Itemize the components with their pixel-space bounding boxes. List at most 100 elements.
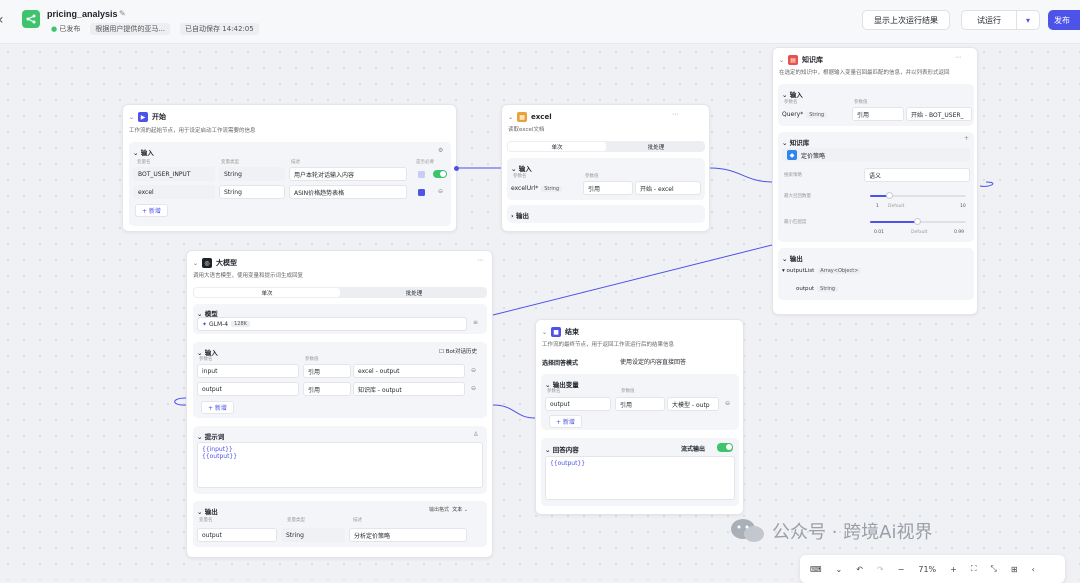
add-icon[interactable]: +: [964, 135, 969, 142]
chevron-down-icon[interactable]: ⌄: [836, 565, 843, 574]
published-badge: ● 已发布: [51, 25, 81, 33]
more-icon[interactable]: ⋯: [955, 54, 961, 61]
llm-node[interactable]: ⌄ ◎ 大模型 ⋯ 调用大语言模型，使用变量和提示词生成回复 单次 批处理 ⌄ 模型 …: [186, 250, 493, 558]
ref-value-select[interactable]: 开始 - excel: [635, 181, 701, 195]
collapse-icon[interactable]: ⌄: [129, 114, 134, 121]
more-icon[interactable]: ⋯: [477, 257, 483, 264]
var-desc-field[interactable]: ASIN价格趋势表格: [289, 185, 407, 199]
model-select[interactable]: ✦ GLM-4 128K: [197, 317, 467, 331]
prompt-icon[interactable]: ♙: [473, 431, 478, 438]
tab-batch[interactable]: 批处理: [341, 287, 487, 298]
settings-icon[interactable]: ≡: [473, 319, 478, 326]
tab-single[interactable]: 单次: [194, 288, 340, 297]
ref-select[interactable]: 引用: [583, 181, 633, 195]
slider-max: 0.99: [954, 230, 965, 235]
param-name-field[interactable]: input: [197, 364, 299, 378]
collapse-icon[interactable]: ⌄: [542, 329, 547, 336]
prompt-section: ⌄ 提示词 ♙ {{input}} {{output}}: [193, 426, 487, 494]
col-header: 参数值: [621, 389, 635, 394]
mode-select[interactable]: 使用设定的内容直接回答: [616, 354, 738, 368]
var-desc-field[interactable]: 用户本轮对话输入内容: [289, 167, 407, 181]
knowledge-node[interactable]: ⌄ ▤ 知识库 ⋯ 在选定的知识中，根据输入变量召回最匹配的信息，并以列表形式返回 …: [772, 47, 978, 315]
col-header: 参数值: [854, 100, 868, 105]
output-name-field[interactable]: output: [197, 528, 277, 542]
toggle[interactable]: [433, 170, 447, 178]
undo-icon[interactable]: ↶: [856, 565, 863, 574]
show-last-run-button[interactable]: 显示上次运行结果: [862, 10, 950, 30]
ref-select[interactable]: 引用: [615, 397, 665, 411]
var-name-field[interactable]: excel: [133, 185, 215, 199]
mouse-mode-icon[interactable]: ⌨: [810, 565, 822, 574]
tab-single[interactable]: 单次: [508, 142, 606, 151]
field-label: 最大召回数量: [784, 194, 811, 199]
output-format-select[interactable]: 输出格式 文本 ⌄: [429, 506, 468, 513]
ref-value-select[interactable]: excel - output: [353, 364, 465, 378]
output-type-select[interactable]: String: [281, 528, 345, 542]
edit-icon[interactable]: ✎: [119, 9, 126, 18]
minimap-icon[interactable]: ⤡: [990, 564, 996, 574]
ref-select[interactable]: 引用: [852, 107, 904, 121]
required-checkbox[interactable]: [418, 171, 425, 178]
output-section: ⌄ 输出 输出格式 文本 ⌄ 变量名 变量类型 描述 output String…: [193, 501, 487, 547]
add-input-button[interactable]: + 新增: [201, 401, 234, 414]
redo-icon[interactable]: ↷: [877, 565, 884, 574]
col-header: 是否必要: [416, 160, 434, 165]
var-name-field[interactable]: BOT_USER_INPUT: [133, 167, 215, 181]
chat-history-checkbox[interactable]: ☐ Bot对话历史: [439, 347, 477, 355]
prompt-editor[interactable]: {{input}} {{output}}: [197, 442, 483, 488]
settings-icon[interactable]: ⚙: [438, 147, 443, 154]
output-desc-field[interactable]: 分析定价策略: [349, 528, 467, 542]
more-icon[interactable]: ⋯: [672, 111, 678, 118]
ref-select[interactable]: 引用: [303, 364, 351, 378]
var-type-select[interactable]: String: [219, 185, 285, 199]
collapse-panel-icon[interactable]: ‹: [1032, 565, 1035, 574]
ref-value-select[interactable]: 开始 - BOT_USER_: [906, 107, 972, 121]
slider-min: 1: [876, 204, 879, 209]
tab-batch[interactable]: 批处理: [607, 141, 705, 152]
kb-item[interactable]: ◆ 定价策略: [782, 148, 970, 162]
add-variable-button[interactable]: + 新增: [135, 204, 168, 217]
collapse-icon[interactable]: ⌄: [193, 260, 198, 267]
output-name-field[interactable]: output: [545, 397, 611, 411]
col-header: 变量类型: [287, 518, 305, 523]
chevron-down-icon[interactable]: ▾: [1016, 10, 1040, 30]
publish-button[interactable]: 发布: [1048, 10, 1080, 30]
ref-select[interactable]: 引用: [303, 382, 351, 396]
zoom-in-icon[interactable]: +: [950, 565, 957, 574]
start-node[interactable]: ⌄ ▶ 开始 工作流的起始节点，用于设定启动工作流需要的信息 ⌄ 输入 ⚙ 变量名 …: [122, 104, 457, 232]
remove-icon[interactable]: ⊖: [725, 400, 730, 407]
input-section: ⌄ 输入 ☐ Bot对话历史 参数名 参数值 input 引用 excel - …: [193, 342, 487, 418]
status-row: ● 已发布 根据用户提供的亚马... 已自动保存 14:42:05: [51, 23, 259, 35]
output-port[interactable]: [454, 166, 459, 171]
remove-icon[interactable]: ⊖: [471, 367, 476, 374]
fit-view-icon[interactable]: ⛶: [971, 564, 977, 574]
stream-toggle[interactable]: [717, 443, 733, 452]
input-section: ⌄ 输入 参数名 参数值 Query* String 引用 开始 - BOT_US…: [778, 84, 974, 126]
input-section: ⌄ 输入 ⚙ 变量名 变量类型 描述 是否必要 BOT_USER_INPUT S…: [129, 142, 451, 226]
var-type-select[interactable]: String: [219, 167, 285, 181]
output-section[interactable]: › 输出: [507, 205, 705, 223]
collapse-icon[interactable]: ⌄: [508, 114, 513, 121]
remove-icon[interactable]: ⊖: [438, 188, 443, 195]
ref-value-select[interactable]: 大模型 - outp: [667, 397, 719, 411]
test-run-button[interactable]: 试运行: [961, 10, 1017, 30]
param-name-field[interactable]: output: [197, 382, 299, 396]
max-recall-slider[interactable]: [870, 192, 966, 199]
required-checkbox[interactable]: [418, 189, 425, 196]
excel-node[interactable]: ⌄ ▦ excel ⋯ 读取excel文档 单次 批处理 ⌄ 输入 参数名 参数值 e…: [501, 104, 710, 232]
add-output-button[interactable]: + 新增: [549, 415, 582, 428]
zoom-out-icon[interactable]: −: [898, 565, 905, 574]
input-section: ⌄ 输入 参数名 参数值 excelUrl* String 引用 开始 - exc…: [507, 158, 705, 200]
answer-editor[interactable]: {{output}}: [545, 456, 735, 500]
output-section: ⌄ 输出 ▾ outputList Array<Object> output Str…: [778, 248, 974, 300]
node-description: 在选定的知识中，根据输入变量召回最匹配的信息，并以列表形式返回: [779, 70, 950, 76]
ref-value-select[interactable]: 知识库 - output: [353, 382, 465, 396]
strategy-select[interactable]: 语义: [864, 168, 970, 182]
remove-icon[interactable]: ⊖: [471, 385, 476, 392]
layout-icon[interactable]: ⊞: [1011, 565, 1018, 574]
min-score-slider[interactable]: [870, 218, 966, 225]
end-node[interactable]: ⌄ ■ 结束 工作流的最终节点，用于返回工作流运行后的结果信息 选择回答模式 使用设…: [535, 319, 744, 515]
zoom-level[interactable]: 71%: [918, 565, 936, 574]
collapse-icon[interactable]: ⌄: [779, 57, 784, 64]
back-icon[interactable]: ‹: [0, 12, 4, 28]
